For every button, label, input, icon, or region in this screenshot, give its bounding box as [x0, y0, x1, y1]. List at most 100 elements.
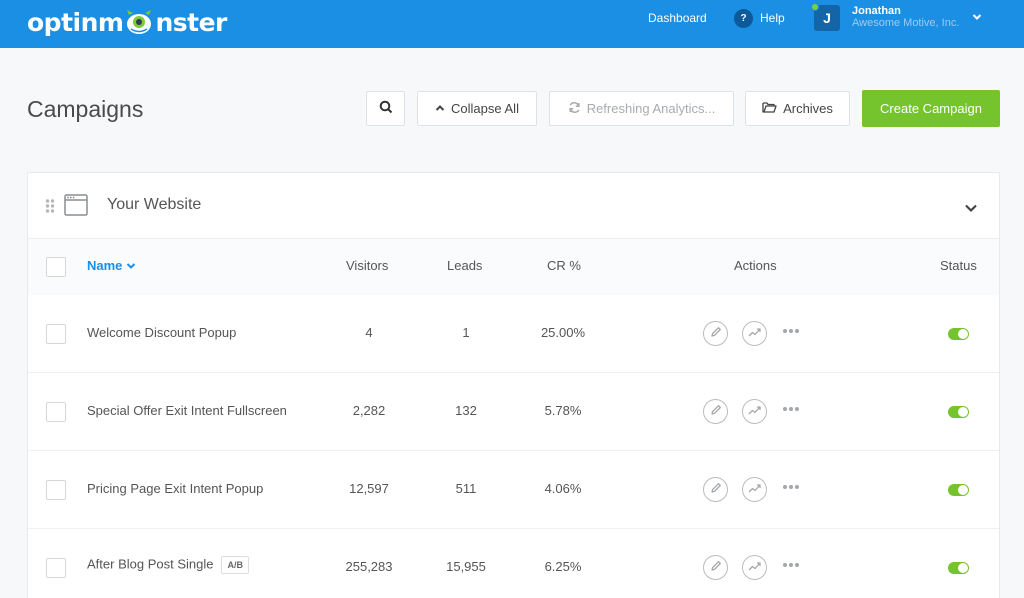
pencil-icon [710, 403, 722, 421]
site-campaigns-card: Your Website Name Visitors Leads CR % Ac… [27, 172, 1000, 598]
campaign-name-text: Welcome Discount Popup [87, 325, 237, 340]
edit-button[interactable] [703, 321, 728, 346]
logo-text-right: nster [155, 7, 227, 37]
edit-button[interactable] [703, 555, 728, 580]
column-header-visitors[interactable]: Visitors [346, 258, 388, 274]
row-checkbox[interactable] [46, 402, 66, 422]
select-all-checkbox[interactable] [46, 257, 66, 277]
leads-value: 511 [455, 481, 477, 496]
campaign-name[interactable]: Special Offer Exit Intent Fullscreen [87, 403, 287, 419]
status-toggle[interactable] [948, 328, 969, 340]
visitors-value: 4 [365, 325, 373, 340]
ellipsis-icon-dot [795, 407, 799, 411]
campaign-name[interactable]: Welcome Discount Popup [87, 325, 236, 341]
ellipsis-icon-dot [789, 485, 793, 489]
cr-value: 5.78% [544, 403, 582, 418]
cr-value: 25.00% [540, 325, 586, 340]
leads-value: 1 [462, 325, 470, 340]
row-checkbox[interactable] [46, 558, 66, 578]
create-campaign-button[interactable]: Create Campaign [862, 90, 1000, 127]
campaign-name-text: Special Offer Exit Intent Fullscreen [87, 403, 287, 418]
site-header[interactable]: Your Website [28, 173, 999, 239]
refresh-icon [568, 101, 581, 117]
row-checkbox[interactable] [46, 324, 66, 344]
monster-mascot-icon [124, 9, 154, 35]
chevron-down-icon[interactable] [972, 9, 982, 20]
leads-value: 15,955 [446, 559, 486, 574]
column-header-status: Status [940, 258, 977, 273]
analytics-button[interactable] [742, 399, 767, 424]
collapse-all-label: Collapse All [451, 101, 519, 116]
row-checkbox[interactable] [46, 480, 66, 500]
analytics-button[interactable] [742, 477, 767, 502]
table-header: Name Visitors Leads CR % Actions Status [28, 239, 999, 295]
cr-value: 4.06% [544, 481, 582, 496]
ellipsis-icon-dot [795, 563, 799, 567]
table-row: Special Offer Exit Intent Fullscreen 2,2… [28, 373, 999, 451]
campaign-name-text: Pricing Page Exit Intent Popup [87, 481, 264, 496]
archives-label: Archives [783, 101, 833, 116]
more-options-button[interactable] [783, 485, 799, 489]
ellipsis-icon-dot [789, 329, 793, 333]
column-header-cr[interactable]: CR % [547, 258, 581, 274]
pencil-icon [710, 559, 722, 577]
more-options-button[interactable] [783, 329, 799, 333]
ellipsis-icon-dot [789, 563, 793, 567]
logo-text-left: optinm [27, 7, 124, 37]
status-toggle[interactable] [948, 484, 969, 496]
status-toggle[interactable] [948, 406, 969, 418]
search-button[interactable] [366, 91, 405, 126]
campaign-name[interactable]: Pricing Page Exit Intent Popup [87, 481, 263, 497]
campaign-name[interactable]: After Blog Post Single A/B [87, 556, 249, 574]
nav-dashboard-link[interactable]: Dashboard [648, 11, 707, 25]
chevron-down-icon[interactable] [964, 200, 978, 218]
column-header-name[interactable]: Name [87, 258, 136, 274]
online-status-dot [811, 3, 819, 11]
pencil-icon [710, 481, 722, 499]
table-row: After Blog Post Single A/B 255,283 15,955… [28, 529, 999, 598]
page-title: Campaigns [27, 96, 144, 122]
folder-icon [762, 101, 777, 116]
visitors-value: 12,597 [349, 481, 389, 496]
help-icon[interactable]: ? [734, 9, 753, 28]
ellipsis-icon-dot [795, 485, 799, 489]
browser-window-icon [64, 194, 88, 221]
visitors-value: 2,282 [352, 403, 386, 418]
analytics-button[interactable] [742, 321, 767, 346]
table-row: Pricing Page Exit Intent Popup 12,597 51… [28, 451, 999, 529]
refreshing-analytics-label: Refreshing Analytics... [586, 101, 716, 116]
column-name-label: Name [87, 258, 123, 273]
status-toggle[interactable] [948, 562, 969, 574]
user-name[interactable]: Jonathan [852, 5, 901, 17]
more-options-button[interactable] [783, 407, 799, 411]
edit-button[interactable] [703, 399, 728, 424]
user-organization[interactable]: Awesome Motive, Inc. [852, 17, 959, 29]
optinmonster-logo[interactable]: optinm nster [27, 6, 227, 38]
refreshing-analytics-button[interactable]: Refreshing Analytics... [549, 91, 734, 126]
search-icon [379, 100, 393, 117]
ellipsis-icon [783, 485, 787, 489]
ellipsis-icon-dot [795, 329, 799, 333]
cr-value: 6.25% [544, 559, 582, 574]
chevron-down-icon [126, 258, 136, 274]
column-header-leads[interactable]: Leads [447, 258, 482, 274]
archives-button[interactable]: Archives [745, 91, 850, 126]
nav-help-link[interactable]: Help [760, 11, 785, 25]
trend-line-icon [748, 559, 761, 577]
column-header-actions: Actions [734, 258, 777, 273]
campaign-name-text: After Blog Post Single [87, 556, 214, 572]
top-navigation-bar: optinm nster Dashboard ? Help J Jonathan… [0, 0, 1024, 48]
ellipsis-icon-dot [789, 407, 793, 411]
ellipsis-icon [783, 563, 787, 567]
drag-handle-icon[interactable] [45, 199, 55, 218]
leads-value: 132 [455, 403, 477, 418]
more-options-button[interactable] [783, 563, 799, 567]
edit-button[interactable] [703, 477, 728, 502]
table-row: Welcome Discount Popup 4 1 25.00% [28, 295, 999, 373]
visitors-value: 255,283 [345, 559, 393, 574]
trend-line-icon [748, 481, 761, 499]
analytics-button[interactable] [742, 555, 767, 580]
collapse-all-button[interactable]: Collapse All [417, 91, 537, 126]
ellipsis-icon [783, 329, 787, 333]
site-name: Your Website [107, 196, 202, 213]
